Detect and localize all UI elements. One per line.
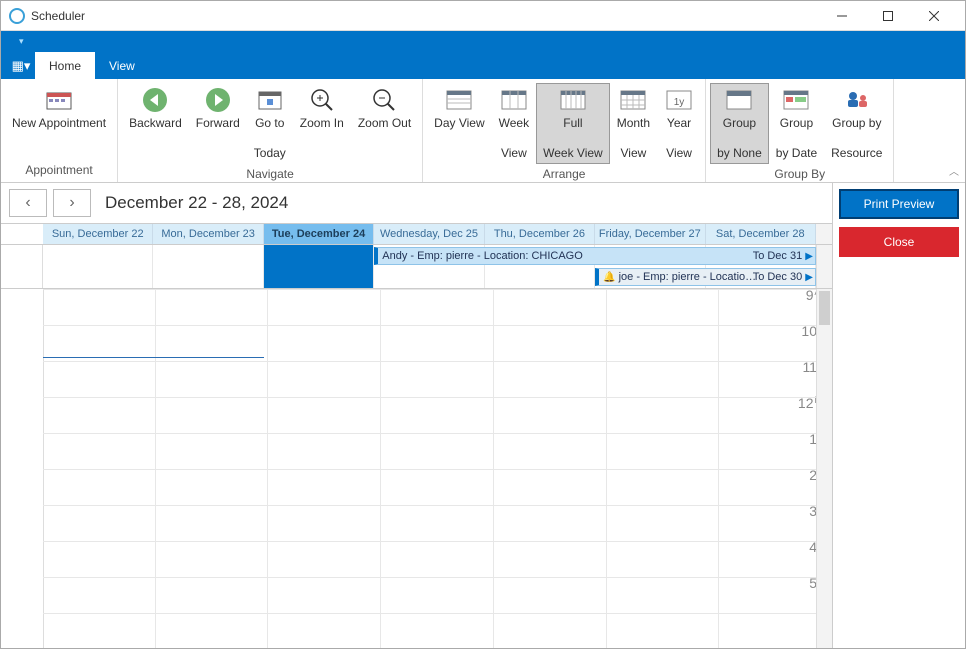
day-header[interactable]: Sun, December 22: [43, 224, 153, 244]
zoom-in-icon: [308, 88, 336, 112]
backward-button[interactable]: Backward: [122, 83, 189, 149]
close-button[interactable]: Close: [839, 227, 959, 257]
minimize-button[interactable]: [819, 1, 865, 31]
day-header-row: Sun, December 22Mon, December 23Tue, Dec…: [43, 223, 816, 245]
group-label-navigate: Navigate: [122, 164, 418, 186]
continues-arrow-icon: ▶: [805, 251, 813, 262]
file-menu-icon[interactable]: ▦▾: [7, 52, 35, 79]
date-range-title: December 22 - 28, 2024: [105, 193, 288, 213]
day-header[interactable]: Tue, December 24: [264, 224, 374, 244]
full-week-view-button[interactable]: FullWeek View: [536, 83, 610, 164]
quick-access-dropdown-icon[interactable]: ▾: [19, 36, 24, 47]
day-header[interactable]: Sat, December 28: [706, 224, 816, 244]
ribbon-group-appointment: New Appointment Appointment: [1, 79, 118, 182]
title-bar: Scheduler: [1, 1, 965, 31]
side-panel: Print Preview Close: [833, 183, 965, 648]
day-header[interactable]: Mon, December 23: [153, 224, 263, 244]
all-day-cell[interactable]: [264, 245, 374, 288]
maximize-button[interactable]: [865, 1, 911, 31]
calendar-event[interactable]: 🔔 joe - Emp: pierre - Locatio…To Dec 30 ▶: [595, 268, 816, 286]
day-view-icon: [445, 88, 473, 112]
calendar-plus-icon: [45, 88, 73, 112]
year-view-icon: 1y: [665, 88, 693, 112]
calendar-nav: ‹ › December 22 - 28, 2024: [1, 183, 832, 223]
group-by-resource-button[interactable]: Group byResource: [824, 83, 889, 164]
month-view-icon: [619, 88, 647, 112]
svg-text:1y: 1y: [674, 97, 685, 108]
time-grid[interactable]: 9AM1000110012PM100200300400500: [1, 289, 832, 648]
all-day-cell[interactable]: [153, 245, 263, 288]
window-title: Scheduler: [31, 9, 85, 23]
group-resource-icon: [843, 88, 871, 112]
zoom-out-button[interactable]: Zoom Out: [351, 83, 418, 149]
group-by-date-button[interactable]: Groupby Date: [769, 83, 824, 164]
zoom-out-icon: [370, 88, 398, 112]
print-preview-button[interactable]: Print Preview: [839, 189, 959, 219]
group-by-none-button[interactable]: Groupby None: [710, 83, 769, 164]
year-view-button[interactable]: 1yYearView: [657, 83, 701, 164]
tab-view[interactable]: View: [95, 52, 149, 79]
full-week-view-icon: [559, 88, 587, 112]
goto-today-button[interactable]: Go toToday: [247, 83, 293, 164]
day-header[interactable]: Wednesday, Dec 25: [374, 224, 484, 244]
event-end-label: To Dec 31 ▶: [753, 250, 813, 262]
event-end-label: To Dec 30 ▶: [753, 271, 813, 283]
collapse-ribbon-icon[interactable]: ︿: [949, 163, 959, 178]
arrow-left-icon: [141, 88, 169, 112]
group-label-appointment: Appointment: [5, 160, 113, 182]
prev-range-button[interactable]: ‹: [9, 189, 47, 217]
ribbon-group-navigate: Backward Forward Go toToday Zoom In Zoom…: [118, 79, 423, 182]
day-header[interactable]: Thu, December 26: [485, 224, 595, 244]
calendar-today-icon: [256, 88, 284, 112]
tab-home[interactable]: Home: [35, 52, 95, 79]
new-appointment-button[interactable]: New Appointment: [5, 83, 113, 149]
vertical-scrollbar[interactable]: [816, 289, 832, 648]
group-none-icon: [725, 88, 753, 112]
arrow-right-icon: [204, 88, 232, 112]
zoom-in-button[interactable]: Zoom In: [293, 83, 351, 149]
reminder-bell-icon: 🔔: [603, 272, 615, 283]
day-view-button[interactable]: Day View: [427, 83, 491, 149]
calendar-event[interactable]: Andy - Emp: pierre - Location: CHICAGO To…: [374, 247, 816, 265]
all-day-cell[interactable]: [43, 245, 153, 288]
forward-button[interactable]: Forward: [189, 83, 247, 149]
group-label-arrange: Arrange: [427, 164, 701, 186]
ribbon-group-groupby: Groupby None Groupby Date Group byResour…: [706, 79, 894, 182]
ribbon-group-arrange: Day View WeekView FullWeek View MonthVie…: [423, 79, 706, 182]
current-time-indicator: [43, 357, 264, 358]
app-icon: [9, 8, 25, 24]
group-label-groupby: Group By: [710, 164, 889, 186]
ribbon-tabs: ▦▾ Home View: [1, 52, 965, 79]
continues-arrow-icon: ▶: [805, 272, 813, 283]
ribbon: New Appointment Appointment Backward For…: [1, 79, 965, 183]
week-view-icon: [500, 88, 528, 112]
month-view-button[interactable]: MonthView: [610, 83, 657, 164]
all-day-row: Andy - Emp: pierre - Location: CHICAGO To…: [1, 245, 832, 289]
group-date-icon: [782, 88, 810, 112]
day-header[interactable]: Friday, December 27: [595, 224, 705, 244]
event-title: Andy - Emp: pierre - Location: CHICAGO: [382, 250, 583, 262]
next-range-button[interactable]: ›: [53, 189, 91, 217]
event-title: joe - Emp: pierre - Locatio…: [619, 271, 757, 283]
close-window-button[interactable]: [911, 1, 957, 31]
week-view-button[interactable]: WeekView: [492, 83, 536, 164]
quick-access-strip: ▾: [1, 31, 965, 52]
